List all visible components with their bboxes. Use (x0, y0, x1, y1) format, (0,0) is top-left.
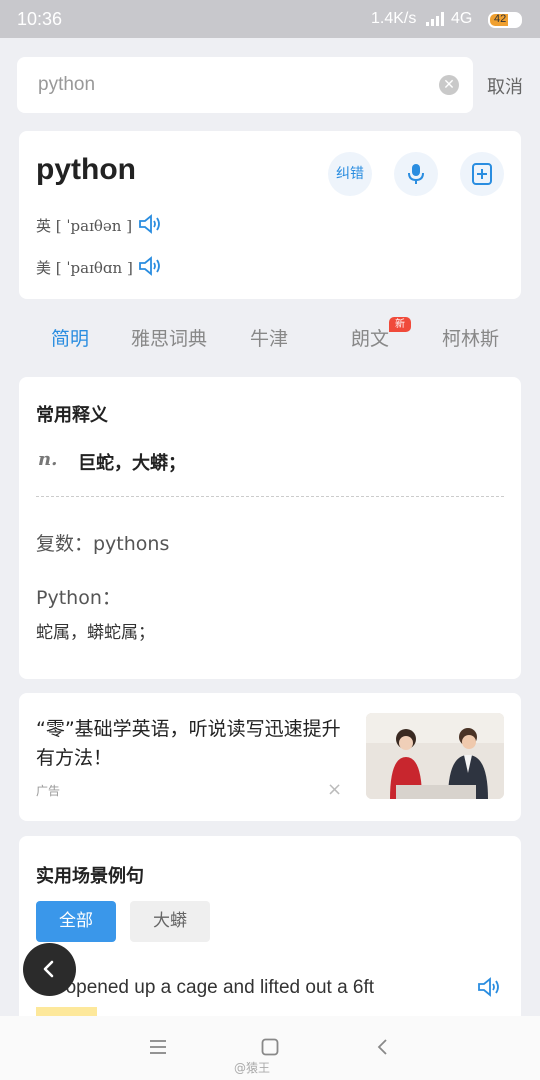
us-pronunciation: 美 [ ˈpaɪθɑn ] (36, 256, 160, 278)
tab-jianming[interactable]: 简明 (51, 324, 89, 351)
battery-level: 42 (494, 13, 507, 25)
correct-button[interactable]: 纠错 (328, 152, 372, 196)
ad-image (366, 713, 504, 799)
python-label: Python： (36, 587, 121, 609)
battery-icon: 42 (488, 12, 522, 28)
watermark: @猿王 (234, 1061, 271, 1075)
menu-icon[interactable] (149, 1038, 167, 1060)
clear-icon[interactable]: ✕ (439, 75, 459, 95)
definitions-card: 常用释义 n. 巨蛇，大蟒； 复数：pythons Python： 蛇属，蟒蛇属… (19, 377, 521, 679)
uk-pronunciation: 英 [ ˈpaɪθən ] (36, 214, 160, 236)
us-phonetic: [ ˈpaɪθɑn ] (55, 259, 133, 277)
network-type: 4G (451, 10, 473, 27)
status-bar: 10:36 1.4K/s 4G 42 (0, 0, 540, 38)
search-query: python (38, 74, 96, 95)
ad-card[interactable]: “零”基础学英语，听说读写迅速提升有方法！ 广告 × (19, 693, 521, 821)
floating-back-button[interactable] (23, 943, 76, 996)
us-label: 美 (36, 259, 52, 277)
chevron-left-icon (43, 960, 54, 978)
speaker-icon[interactable] (138, 213, 164, 239)
part-of-speech: n. (38, 449, 58, 470)
signal-icon (426, 12, 448, 31)
divider (36, 496, 504, 497)
back-icon[interactable] (376, 1038, 390, 1060)
mic-button[interactable] (394, 152, 438, 196)
examples-card: 实用场景例句 全部 大蟒 He opened up a cage and lif… (19, 836, 521, 1036)
cancel-button[interactable]: 取消 (487, 73, 523, 99)
mic-icon (408, 164, 424, 184)
speaker-icon[interactable] (138, 255, 164, 281)
definitions-title: 常用释义 (36, 405, 108, 426)
example-sentence: He opened up a cage and lifted out a 6ft (36, 977, 375, 998)
filter-python-button[interactable]: 大蟒 (130, 901, 210, 942)
definition-text: 巨蛇，大蟒； (78, 453, 186, 474)
python-meaning: 蛇属，蟒蛇属； (36, 623, 155, 643)
headword: python (36, 153, 136, 186)
tab-oxford[interactable]: 牛津 (250, 324, 288, 351)
tab-ielts[interactable]: 雅思词典 (131, 324, 207, 351)
home-icon[interactable] (261, 1038, 279, 1060)
examples-title: 实用场景例句 (36, 866, 144, 887)
status-time: 10:36 (17, 9, 63, 29)
ad-label: 广告 (36, 784, 61, 798)
uk-label: 英 (36, 217, 52, 235)
search-input[interactable]: python ✕ (17, 57, 473, 113)
new-badge: 新 (389, 317, 411, 332)
word-card: python 纠错 英 [ ˈpaɪθən ] 美 [ ˈpaɪθɑn ] (19, 131, 521, 299)
tab-longman[interactable]: 朗文 (351, 324, 389, 351)
close-icon[interactable]: × (327, 779, 342, 800)
uk-phonetic: [ ˈpaɪθən ] (55, 217, 133, 235)
add-icon (472, 163, 492, 185)
ad-title: “零”基础学英语，听说读写迅速提升有方法！ (36, 718, 341, 769)
dictionary-tabs: 简明 雅思词典 牛津 朗文 柯林斯 (0, 320, 540, 356)
filter-all-button[interactable]: 全部 (36, 901, 116, 942)
plural-form: 复数：pythons (36, 533, 170, 555)
add-to-wordbook-button[interactable] (460, 152, 504, 196)
network-speed: 1.4K/s (371, 10, 417, 27)
speaker-icon[interactable] (477, 976, 503, 1002)
tab-collins[interactable]: 柯林斯 (442, 324, 499, 351)
